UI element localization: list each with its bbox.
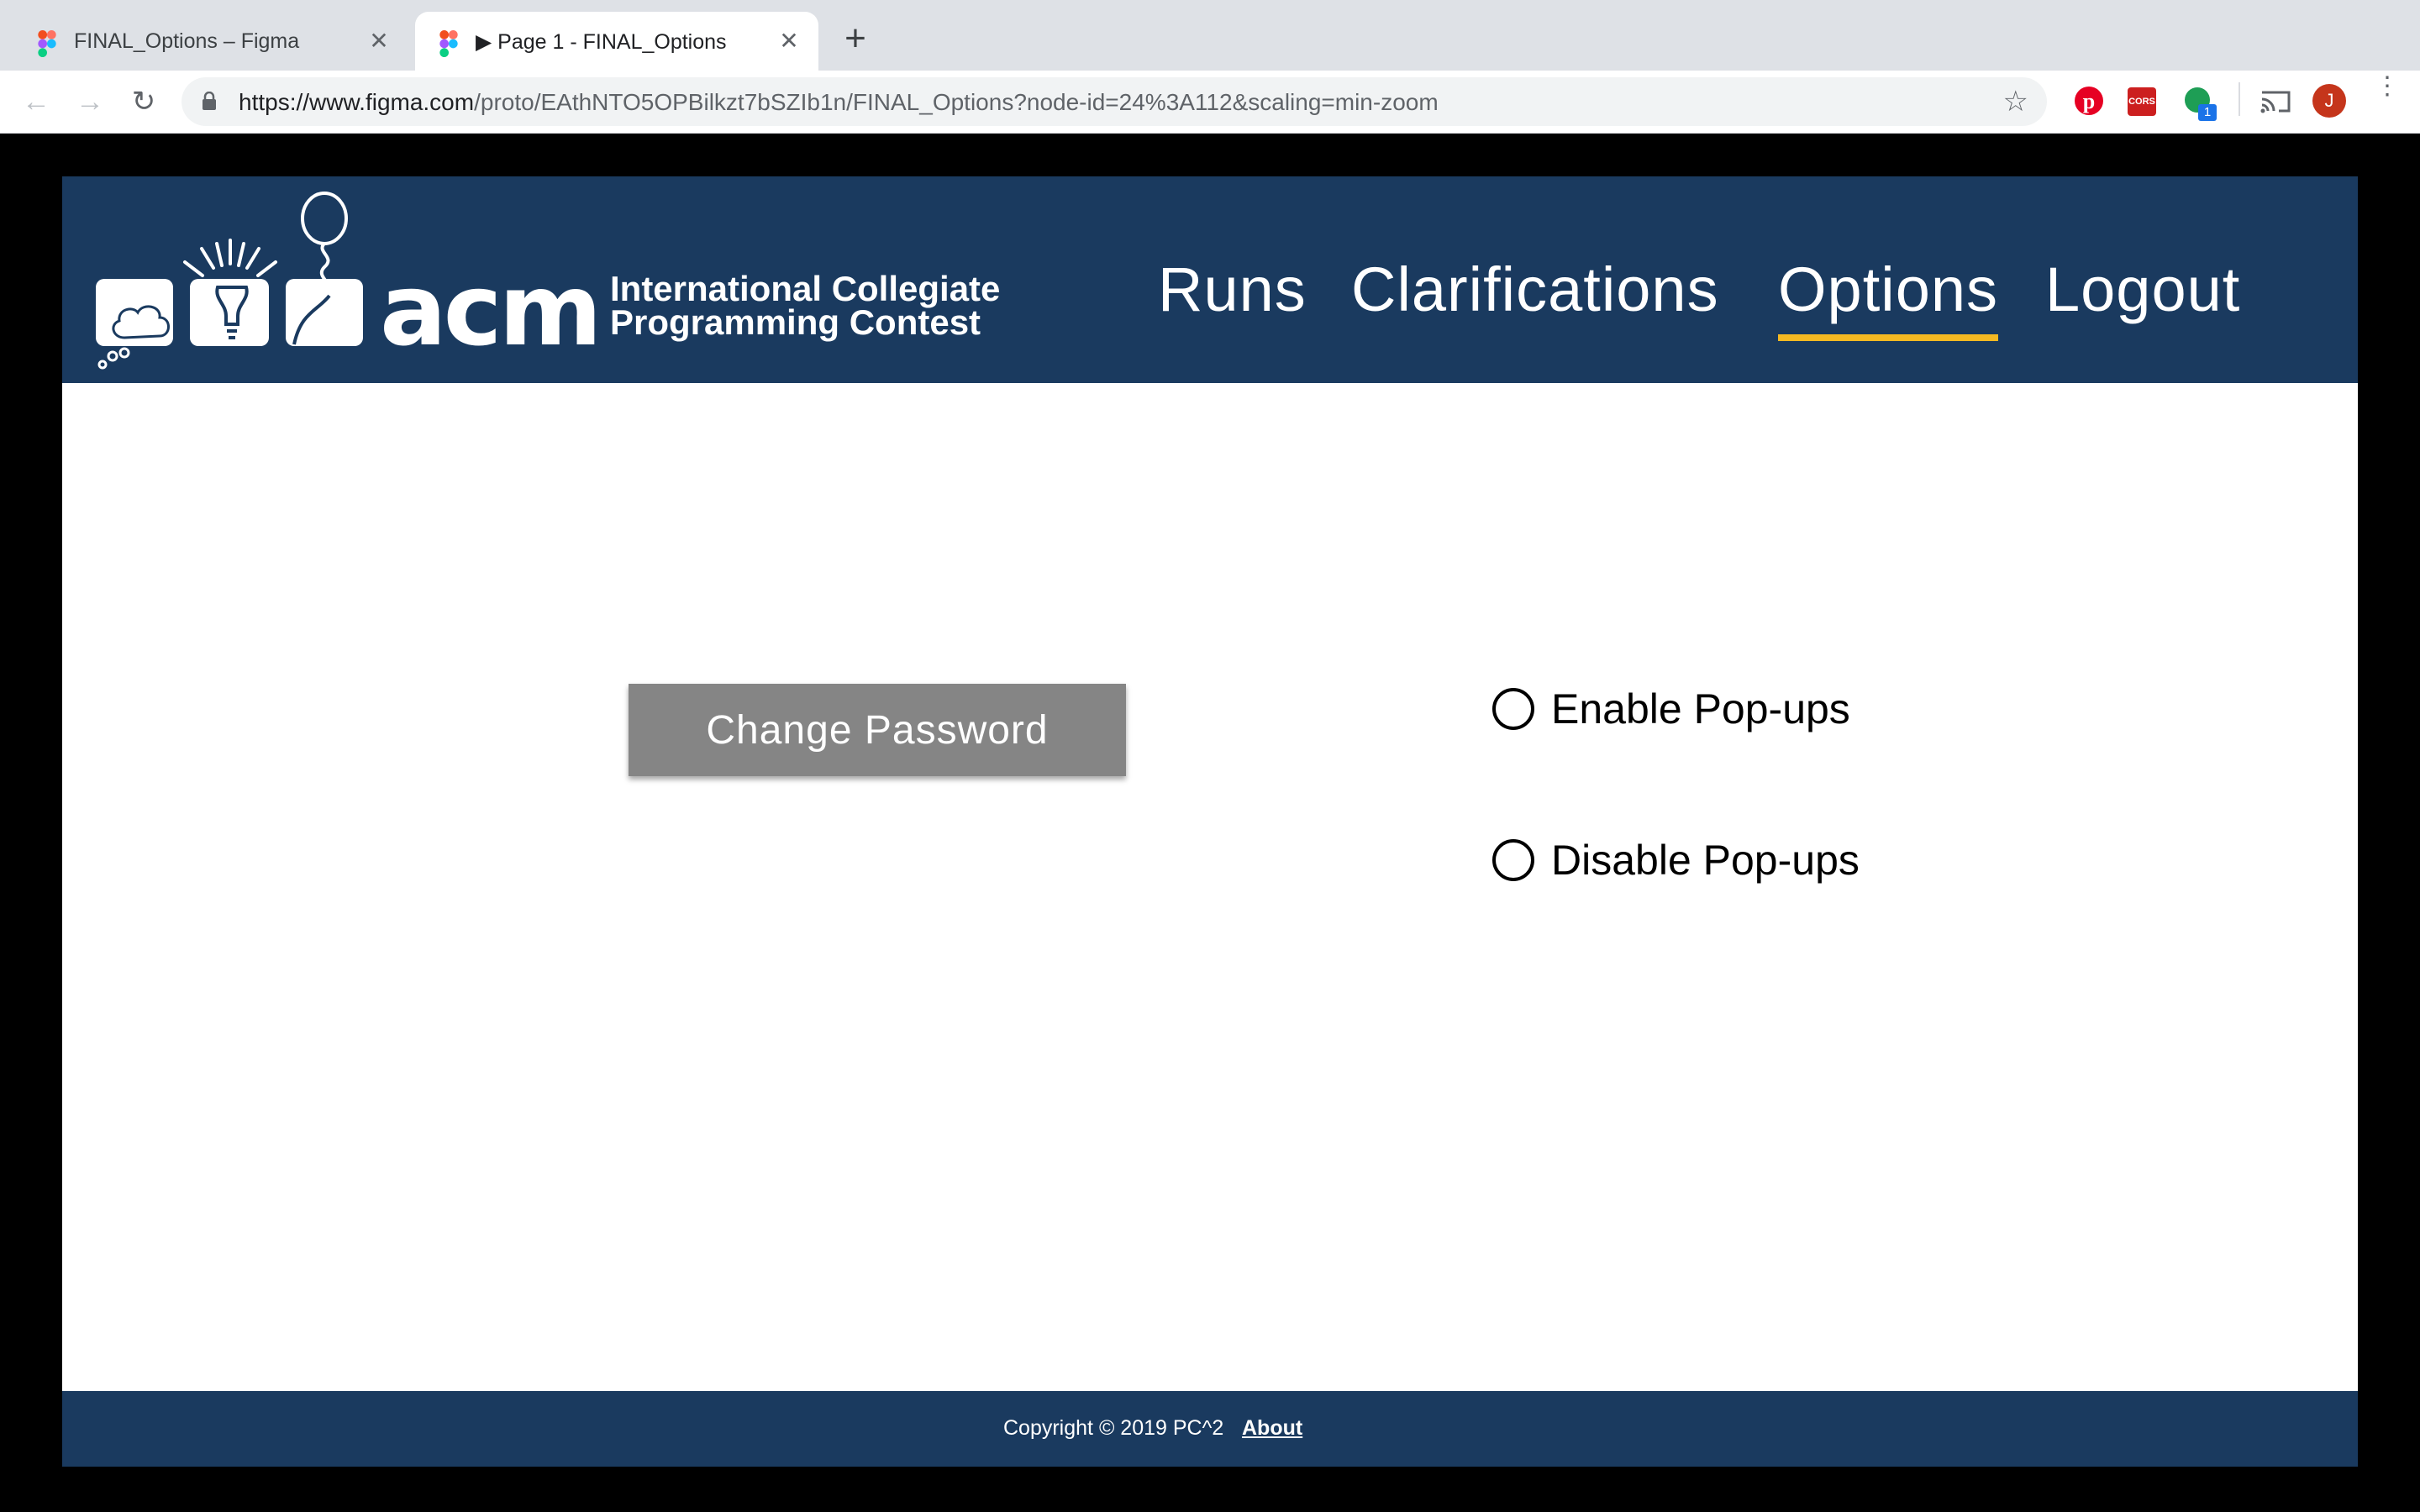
browser-tab-strip: FINAL_Options – Figma ✕ ▶ Page 1 - FINAL…	[0, 0, 2420, 71]
enable-popups-radio[interactable]	[1492, 688, 1534, 730]
active-nav-underline	[1778, 334, 1998, 341]
url-host: https://www.figma.com	[239, 89, 475, 115]
nav-runs[interactable]: Runs	[1158, 254, 1307, 325]
reload-icon[interactable]: ↻	[123, 81, 165, 123]
close-tab-icon[interactable]: ✕	[365, 27, 393, 55]
cast-icon[interactable]	[2260, 89, 2292, 114]
enable-popups-label: Enable Pop-ups	[1551, 685, 1850, 732]
enable-popups-option[interactable]: Enable Pop-ups	[1492, 684, 1850, 734]
browser-tab-figma-file[interactable]: FINAL_Options – Figma ✕	[0, 12, 408, 71]
url-text: https://www.figma.com/proto/EAthNTO5OPBi…	[239, 89, 1439, 116]
back-icon[interactable]: ←	[15, 81, 57, 123]
nav-options[interactable]: Options	[1778, 254, 1998, 325]
svg-text:p: p	[2083, 89, 2095, 113]
tab-title: FINAL_Options – Figma	[74, 29, 300, 53]
figma-icon	[439, 30, 458, 57]
more-menu-icon[interactable]: ⋮	[2375, 74, 2400, 99]
forward-icon[interactable]: →	[69, 81, 111, 123]
new-tab-icon[interactable]: +	[839, 20, 872, 59]
browser-tab-prototype[interactable]: ▶ Page 1 - FINAL_Options ✕	[415, 12, 818, 71]
tab-title: ▶ Page 1 - FINAL_Options	[476, 30, 727, 54]
pinterest-icon[interactable]: p	[2074, 86, 2104, 116]
extension-badge: 1	[2198, 104, 2217, 121]
bookmark-star-icon[interactable]: ☆	[2003, 85, 2028, 118]
copyright-text: Copyright © 2019 PC^2	[1003, 1416, 1224, 1440]
app-header: acm International Collegiate Programming…	[62, 176, 2358, 383]
main-nav: Runs Clarifications Options Logout	[62, 254, 2358, 346]
page-footer: Copyright © 2019 PC^2 About	[62, 1391, 2358, 1467]
disable-popups-radio[interactable]	[1492, 839, 1534, 881]
nav-clarifications[interactable]: Clarifications	[1351, 254, 1719, 325]
address-bar[interactable]: https://www.figma.com/proto/EAthNTO5OPBi…	[182, 77, 2047, 126]
toolbar-divider	[2238, 82, 2240, 116]
close-tab-icon[interactable]: ✕	[775, 27, 803, 55]
nav-logout[interactable]: Logout	[2045, 254, 2240, 325]
disable-popups-option[interactable]: Disable Pop-ups	[1492, 835, 1860, 885]
url-path: /proto/EAthNTO5OPBilkzt7bSZIb1n/FINAL_Op…	[474, 89, 1439, 115]
cors-extension-icon[interactable]: CORS	[2128, 87, 2156, 116]
about-link[interactable]: About	[1242, 1416, 1302, 1441]
change-password-button[interactable]: Change Password	[629, 684, 1126, 776]
options-panel: Change Password Enable Pop-ups Disable P…	[62, 383, 2358, 1391]
figma-icon	[38, 30, 56, 57]
profile-avatar[interactable]: J	[2312, 84, 2346, 118]
lock-icon	[203, 92, 216, 110]
browser-toolbar: ← → ↻ https://www.figma.com/proto/EAthNT…	[0, 71, 2420, 134]
disable-popups-label: Disable Pop-ups	[1551, 837, 1860, 884]
